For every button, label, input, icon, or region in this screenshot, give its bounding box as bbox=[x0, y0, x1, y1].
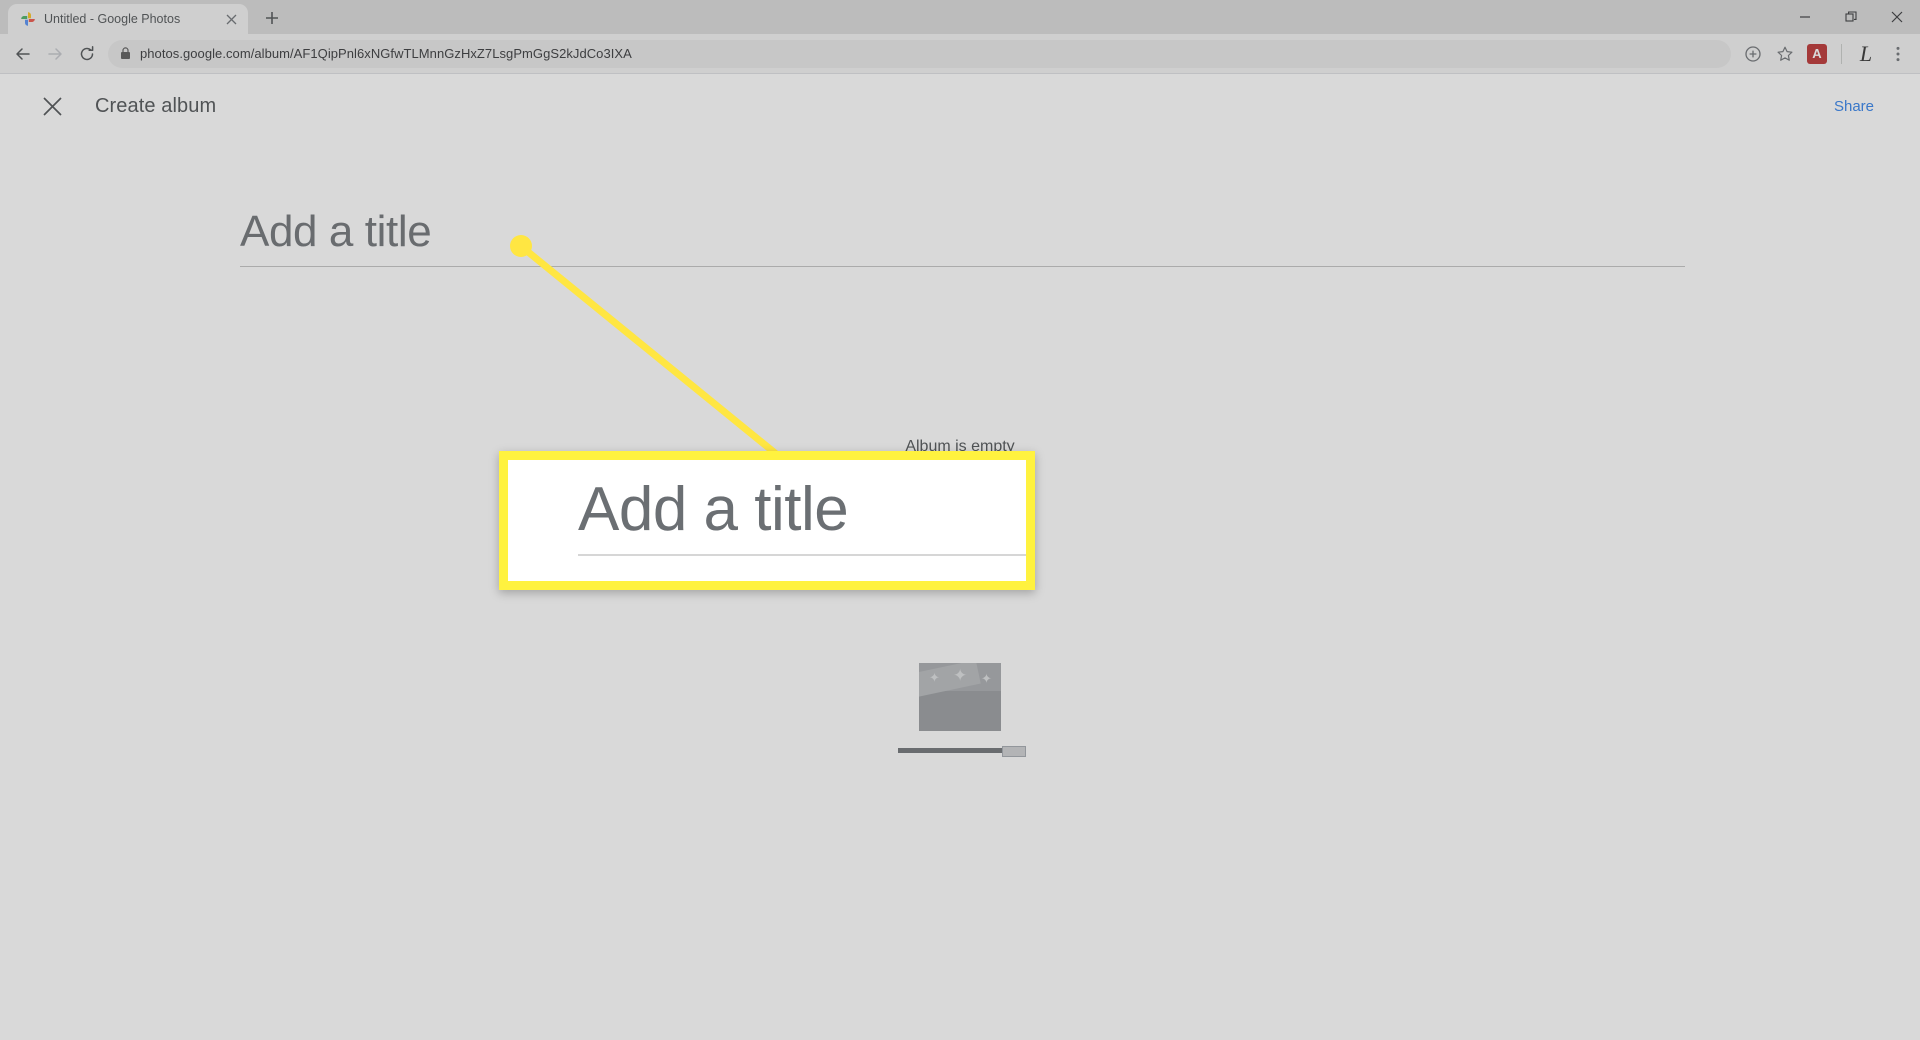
browser-toolbar: photos.google.com/album/AF1QipPnl6xNGfwT… bbox=[0, 34, 1920, 74]
minimize-icon[interactable] bbox=[1782, 0, 1828, 34]
tab-title: Untitled - Google Photos bbox=[44, 12, 181, 26]
adobe-acrobat-extension-icon[interactable]: A bbox=[1803, 40, 1831, 68]
acrobat-badge: A bbox=[1807, 43, 1827, 64]
url-text: photos.google.com/album/AF1QipPnl6xNGfwT… bbox=[140, 46, 632, 61]
google-photos-pinwheel-icon bbox=[20, 11, 36, 27]
three-dot-menu-icon[interactable] bbox=[1884, 40, 1912, 68]
sparkle-icon: ✦ bbox=[929, 670, 940, 685]
screen: Untitled - Google Photos photos.google.c… bbox=[0, 0, 1920, 1040]
page-title: Create album bbox=[95, 94, 217, 117]
empty-album-photo-illustration: ✦ ✦ ✦ bbox=[870, 663, 1050, 757]
toolbar-divider bbox=[1841, 43, 1842, 64]
app-header: Create album Share bbox=[0, 74, 1920, 138]
callout-highlight-box[interactable]: Add a title bbox=[499, 451, 1035, 590]
tab-close-icon[interactable] bbox=[222, 10, 240, 28]
tab-strip: Untitled - Google Photos bbox=[0, 0, 1920, 34]
bookmark-star-icon[interactable] bbox=[1771, 40, 1799, 68]
callout-content: Add a title bbox=[578, 475, 1026, 557]
lock-icon bbox=[120, 47, 131, 60]
callout-title-placeholder: Add a title bbox=[578, 475, 849, 544]
callout-title-underline bbox=[578, 554, 1026, 557]
browser-tab[interactable]: Untitled - Google Photos bbox=[8, 4, 248, 34]
illustration-photo-card: ✦ ✦ ✦ bbox=[919, 663, 1001, 731]
back-arrow-icon[interactable] bbox=[8, 39, 38, 69]
profile-avatar[interactable]: L bbox=[1852, 40, 1880, 68]
album-title-underline bbox=[240, 266, 1685, 268]
sparkle-icon: ✦ bbox=[953, 666, 968, 685]
toolbar-actions: A L bbox=[1739, 40, 1912, 68]
illustration-baseline bbox=[898, 746, 1026, 757]
reload-icon[interactable] bbox=[72, 39, 102, 69]
address-bar[interactable]: photos.google.com/album/AF1QipPnl6xNGfwT… bbox=[108, 39, 1731, 68]
share-button[interactable]: Share bbox=[1820, 90, 1888, 123]
album-title-placeholder: Add a title bbox=[240, 207, 432, 256]
window-controls bbox=[1782, 0, 1920, 34]
window-close-icon[interactable] bbox=[1874, 0, 1920, 34]
album-title-field[interactable]: Add a title bbox=[240, 207, 1685, 268]
forward-arrow-icon[interactable] bbox=[40, 39, 70, 69]
maximize-restore-icon[interactable] bbox=[1828, 0, 1874, 34]
install-app-plus-circle-icon[interactable] bbox=[1739, 40, 1767, 68]
sparkle-icon: ✦ bbox=[981, 671, 992, 686]
close-icon[interactable] bbox=[32, 86, 72, 126]
new-tab-button[interactable] bbox=[258, 4, 286, 32]
